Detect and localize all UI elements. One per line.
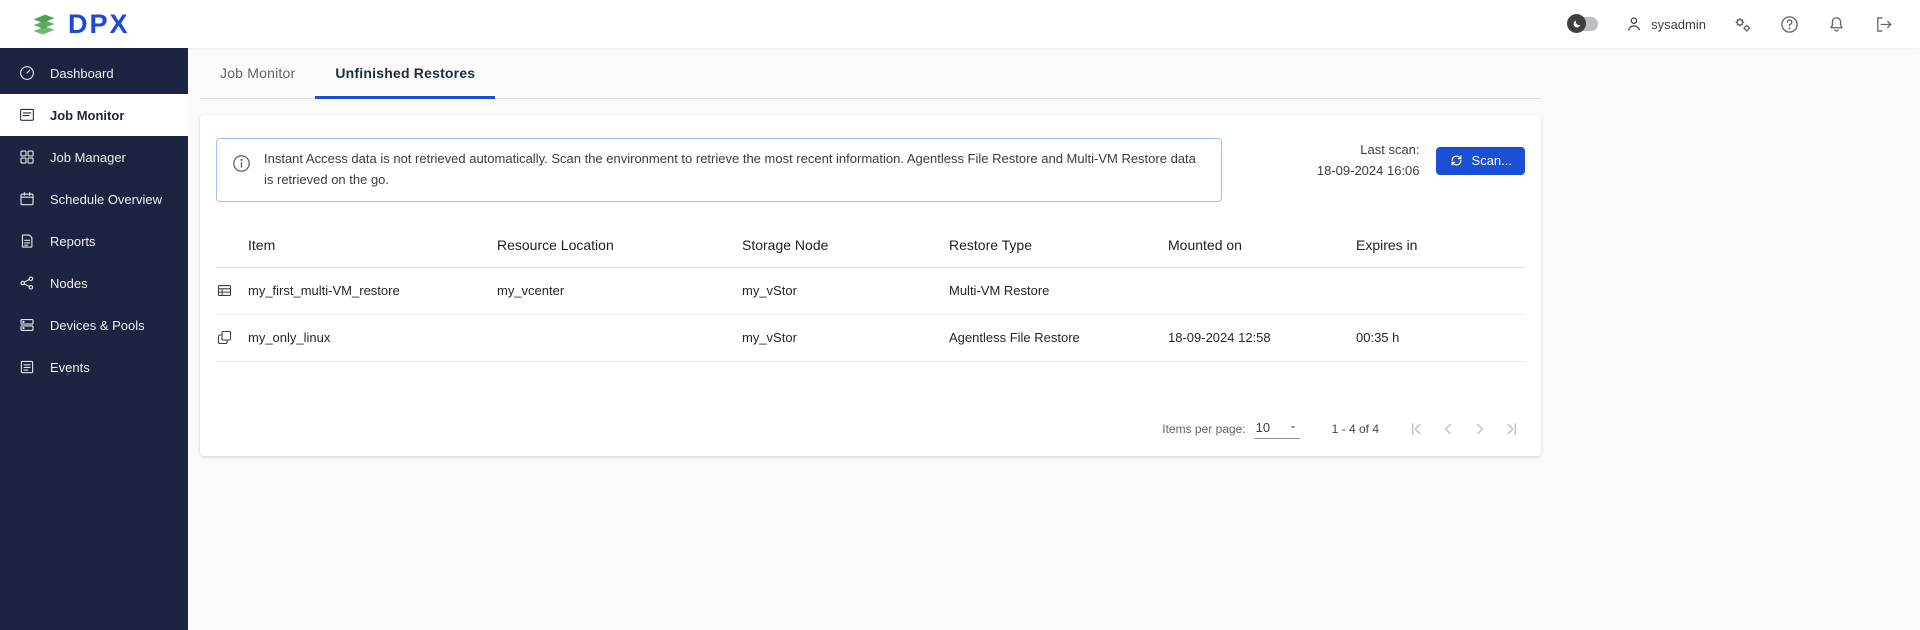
help-button[interactable] <box>1779 14 1800 35</box>
job-manager-icon <box>18 148 36 166</box>
settings-button[interactable] <box>1732 14 1753 35</box>
items-per-page-select[interactable]: 10 <box>1254 420 1300 439</box>
table-row[interactable]: my_first_multi-VM_restore my_vcenter my_… <box>216 268 1525 315</box>
tab-bar: Job Monitor Unfinished Restores <box>200 48 1541 99</box>
cell-restore-type: Multi-VM Restore <box>949 283 1168 298</box>
unfinished-restores-panel: Instant Access data is not retrieved aut… <box>200 115 1541 456</box>
chevron-left-icon <box>1439 420 1457 438</box>
column-header-storage-node: Storage Node <box>742 237 949 253</box>
cell-expires-in: 00:35 h <box>1356 330 1525 345</box>
cell-item: my_only_linux <box>248 330 497 345</box>
logout-button[interactable] <box>1873 14 1894 35</box>
nodes-icon <box>18 274 36 292</box>
logo-text: DPX <box>68 9 130 40</box>
next-page-button[interactable] <box>1467 416 1493 442</box>
sidebar-item-label: Dashboard <box>50 66 114 81</box>
sidebar-item-reports[interactable]: Reports <box>0 220 188 262</box>
last-page-icon <box>1503 420 1521 438</box>
sidebar-item-events[interactable]: Events <box>0 346 188 388</box>
scan-button[interactable]: Scan... <box>1436 147 1525 175</box>
cell-mounted-on: 18-09-2024 12:58 <box>1168 330 1356 345</box>
sync-icon <box>1449 153 1464 168</box>
items-per-page-value: 10 <box>1256 420 1270 435</box>
sidebar-item-label: Devices & Pools <box>50 318 145 333</box>
column-header-restore-type: Restore Type <box>949 237 1168 253</box>
tab-label: Unfinished Restores <box>335 65 475 81</box>
table-header-row: Item Resource Location Storage Node Rest… <box>216 224 1525 268</box>
cell-resource-location: my_vcenter <box>497 283 742 298</box>
gears-icon <box>1732 14 1753 35</box>
reports-icon <box>18 232 36 250</box>
help-icon <box>1779 14 1800 35</box>
tab-label: Job Monitor <box>220 65 295 81</box>
sidebar: Dashboard Job Monitor Job Manager Schedu… <box>0 48 188 630</box>
sidebar-item-devices-pools[interactable]: Devices & Pools <box>0 304 188 346</box>
header-actions: sysadmin <box>1568 14 1894 35</box>
last-scan: Last scan: 18-09-2024 16:06 <box>1317 140 1420 182</box>
first-page-button[interactable] <box>1403 416 1429 442</box>
username-label: sysadmin <box>1651 17 1706 32</box>
theme-toggle[interactable] <box>1568 17 1598 31</box>
bell-icon <box>1826 14 1847 35</box>
chevron-down-icon <box>1288 422 1298 432</box>
scan-area: Last scan: 18-09-2024 16:06 Scan... <box>1317 140 1525 182</box>
schedule-icon <box>18 190 36 208</box>
column-header-expires-in: Expires in <box>1356 237 1525 253</box>
info-icon <box>231 153 252 174</box>
info-alert: Instant Access data is not retrieved aut… <box>216 138 1222 202</box>
items-per-page-label: Items per page: <box>1162 422 1245 436</box>
user-icon <box>1624 14 1644 34</box>
dpx-logo: DPX <box>30 9 130 40</box>
agentless-file-restore-icon <box>216 329 233 346</box>
chevron-right-icon <box>1471 420 1489 438</box>
sidebar-item-label: Job Monitor <box>50 108 124 123</box>
moon-icon <box>1567 14 1586 33</box>
table-row[interactable]: my_only_linux my_vStor Agentless File Re… <box>216 315 1525 362</box>
app-header: DPX sysadmin <box>0 0 1920 48</box>
tab-job-monitor[interactable]: Job Monitor <box>200 48 315 98</box>
tab-unfinished-restores[interactable]: Unfinished Restores <box>315 48 495 98</box>
sidebar-item-label: Nodes <box>50 276 88 291</box>
sidebar-item-nodes[interactable]: Nodes <box>0 262 188 304</box>
pagination: Items per page: 10 1 - 4 of 4 <box>216 408 1525 448</box>
multi-vm-restore-icon <box>216 282 233 299</box>
cell-storage-node: my_vStor <box>742 330 949 345</box>
job-monitor-icon <box>18 106 36 124</box>
last-scan-value: 18-09-2024 16:06 <box>1317 161 1420 182</box>
notifications-button[interactable] <box>1826 14 1847 35</box>
devices-pools-icon <box>18 316 36 334</box>
restores-table: Item Resource Location Storage Node Rest… <box>216 224 1525 362</box>
cell-item: my_first_multi-VM_restore <box>248 283 497 298</box>
last-scan-label: Last scan: <box>1317 140 1420 161</box>
column-header-mounted-on: Mounted on <box>1168 237 1356 253</box>
first-page-icon <box>1407 420 1425 438</box>
sidebar-item-dashboard[interactable]: Dashboard <box>0 52 188 94</box>
last-page-button[interactable] <box>1499 416 1525 442</box>
sidebar-item-job-monitor[interactable]: Job Monitor <box>0 94 188 136</box>
column-header-item: Item <box>248 237 497 253</box>
logout-icon <box>1873 14 1894 35</box>
user-menu[interactable]: sysadmin <box>1624 14 1706 34</box>
moon-glyph <box>1572 19 1582 29</box>
column-header-resource-location: Resource Location <box>497 237 742 253</box>
info-alert-text: Instant Access data is not retrieved aut… <box>264 149 1199 191</box>
sidebar-item-job-manager[interactable]: Job Manager <box>0 136 188 178</box>
previous-page-button[interactable] <box>1435 416 1461 442</box>
sidebar-item-label: Reports <box>50 234 96 249</box>
cell-storage-node: my_vStor <box>742 283 949 298</box>
row-icon-cell <box>216 282 248 299</box>
sidebar-item-label: Job Manager <box>50 150 126 165</box>
sidebar-item-label: Events <box>50 360 90 375</box>
events-icon <box>18 358 36 376</box>
scan-button-label: Scan... <box>1472 153 1512 168</box>
row-icon-cell <box>216 329 248 346</box>
sidebar-item-label: Schedule Overview <box>50 192 162 207</box>
main-area: Job Monitor Unfinished Restores Instant … <box>188 48 1920 630</box>
cell-mounted-on: Agentless File Restore <box>949 330 1168 345</box>
sidebar-item-schedule-overview[interactable]: Schedule Overview <box>0 178 188 220</box>
dashboard-icon <box>18 64 36 82</box>
dpx-logo-icon <box>30 10 58 38</box>
pagination-range: 1 - 4 of 4 <box>1332 422 1379 436</box>
